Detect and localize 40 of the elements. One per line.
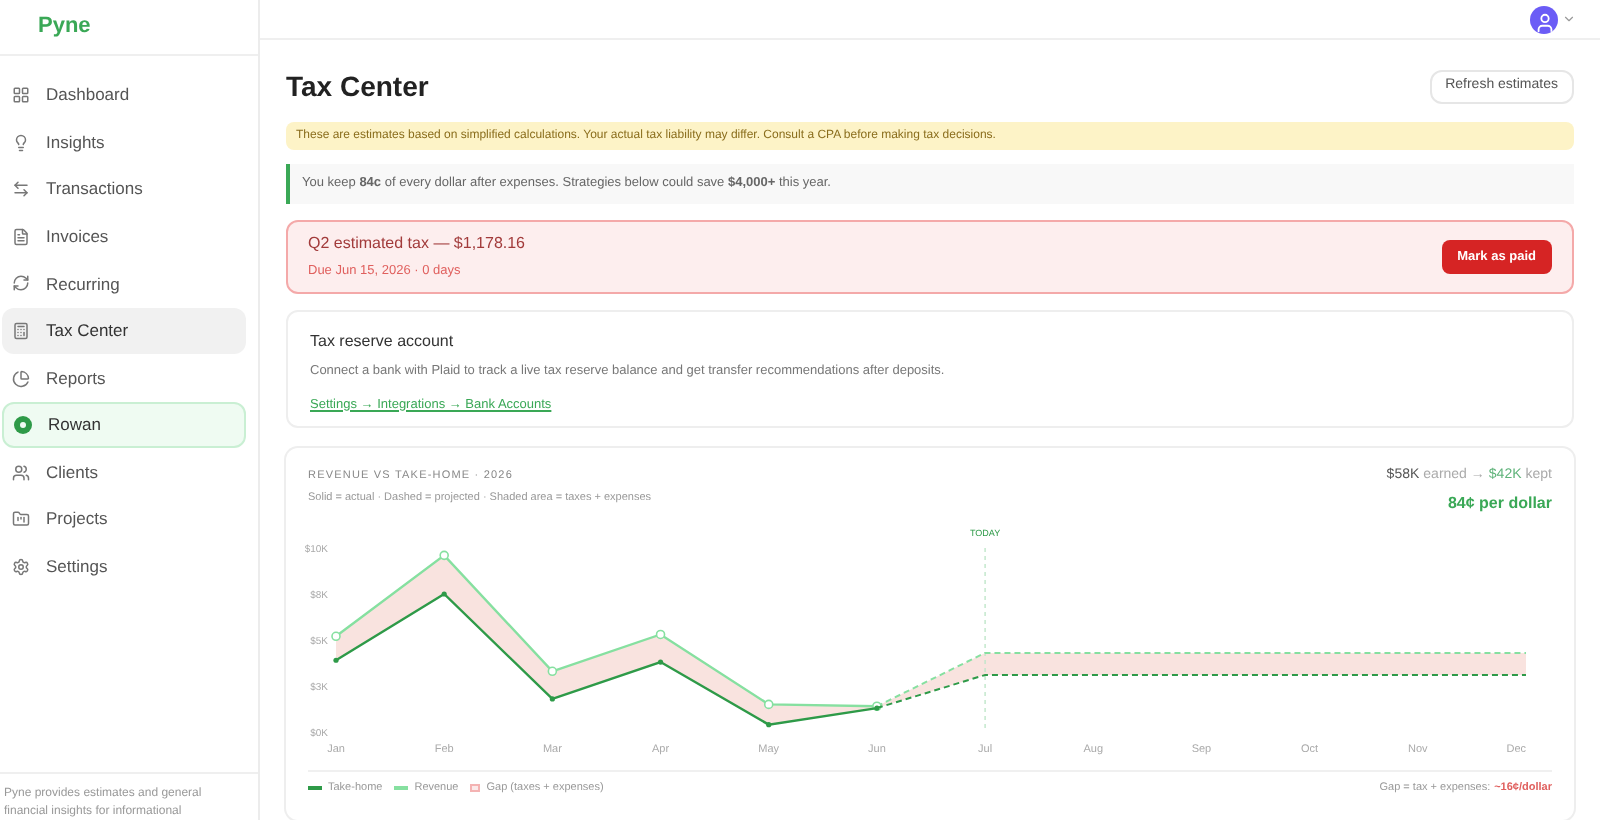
revenue-point — [331, 630, 341, 641]
revenue-point — [763, 698, 774, 709]
settings-icon — [12, 557, 30, 576]
arrows-icon — [12, 180, 30, 199]
users-icon — [12, 463, 30, 482]
nav-item[interactable]: Invoices — [2, 213, 246, 260]
nav-item[interactable]: Insights — [2, 119, 246, 166]
avatar[interactable] — [1530, 5, 1558, 33]
folder-icon — [12, 510, 30, 529]
document-icon — [12, 227, 30, 246]
take-home-point — [549, 695, 555, 701]
revenue-point — [439, 549, 449, 560]
refresh-icon — [12, 274, 30, 293]
assistant-nav-item[interactable]: Rowan — [2, 402, 246, 449]
nav-item[interactable]: Reports — [2, 355, 246, 402]
take-home-point — [874, 704, 880, 710]
per-dollar-value: 84¢ per dollar — [1447, 491, 1552, 515]
nav-item[interactable]: Projects — [2, 496, 246, 543]
pie-chart-icon — [12, 369, 30, 388]
due-title: Q2 estimated tax — $1,178.16 — [308, 232, 526, 257]
nav-item[interactable]: Dashboard — [2, 72, 246, 118]
lightbulb-icon — [12, 133, 30, 152]
nav-item[interactable]: Tax Center — [2, 307, 246, 354]
nav-item[interactable]: Settings — [2, 543, 246, 590]
nav-item[interactable]: Transactions — [2, 166, 246, 213]
page-title: Tax Center — [286, 68, 429, 106]
status-dot-icon — [14, 416, 32, 435]
legend-swatch-icon — [470, 784, 481, 792]
revenue-point — [655, 628, 666, 639]
nav-item[interactable]: Clients — [2, 449, 246, 496]
take-home-point — [657, 658, 664, 664]
nav-item[interactable]: Recurring — [2, 260, 246, 307]
take-home-point — [441, 590, 447, 596]
take-home-point — [333, 656, 339, 662]
reserve-title: Tax reserve account — [310, 330, 456, 354]
revenue-point — [547, 665, 558, 676]
chevron-down-icon[interactable] — [1562, 12, 1576, 26]
take-home-point — [766, 721, 772, 727]
grid-icon — [12, 86, 30, 104]
calculator-icon — [12, 321, 30, 340]
